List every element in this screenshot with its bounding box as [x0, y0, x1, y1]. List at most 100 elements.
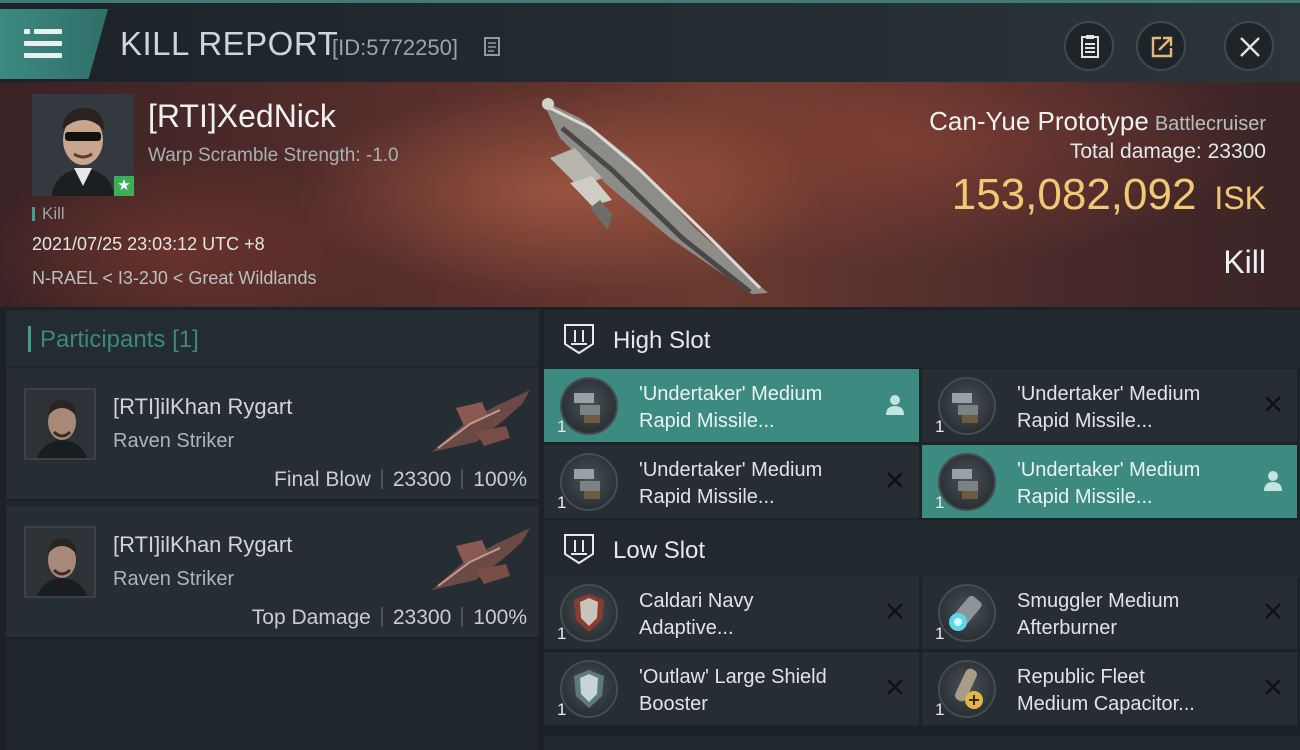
page-title: KILL REPORT	[120, 25, 339, 62]
module-quantity: 1	[935, 700, 945, 719]
participant-avatar[interactable]	[24, 388, 96, 460]
missile-launcher-icon	[560, 377, 618, 435]
participants-label: Participants	[40, 326, 166, 353]
module-quantity: 1	[557, 624, 567, 643]
pilot-portrait-icon	[26, 390, 94, 458]
cross-icon	[887, 679, 903, 695]
participants-count: [1]	[172, 326, 199, 353]
participant-percent: 100%	[473, 606, 527, 629]
module-name: Republic Fleet Medium Capacitor...	[1017, 664, 1252, 718]
cross-icon	[1265, 603, 1281, 619]
module-slot[interactable]: 1 'Undertaker' Medium Rapid Missile...	[544, 445, 919, 518]
module-slot[interactable]: 1 'Undertaker' Medium Rapid Missile...	[922, 369, 1297, 442]
module-name-line: 'Undertaker' Medium	[1017, 383, 1201, 405]
module-name-line: Rapid Missile...	[1017, 410, 1153, 432]
kill-report-screen: KILL REPORT [ID:5772250] ★ [RTI]XedNick …	[0, 0, 1300, 750]
participant-row[interactable]: [RTI]ilKhan Rygart Raven Striker Top Dam…	[6, 506, 539, 639]
next-slot-header-partial	[544, 736, 1300, 750]
module-name-line: Republic Fleet	[1017, 666, 1145, 688]
participant-avatar[interactable]	[24, 526, 96, 598]
afterburner-icon	[938, 584, 996, 642]
menu-icon-line	[34, 29, 62, 34]
result-label: Kill	[1223, 244, 1266, 280]
participant-name[interactable]: [RTI]ilKhan Rygart	[113, 532, 292, 558]
close-button[interactable]	[1224, 21, 1274, 71]
share-button[interactable]	[1136, 21, 1186, 71]
victim-banner: ★ [RTI]XedNick Warp Scramble Strength: -…	[0, 82, 1300, 307]
low-slot-header: Low Slot	[544, 520, 1300, 578]
missile-launcher-icon	[560, 453, 618, 511]
participant-damage: 23300	[392, 468, 452, 491]
header-accent	[28, 326, 31, 352]
module-quantity: 1	[935, 493, 945, 512]
participant-name[interactable]: [RTI]ilKhan Rygart	[113, 394, 292, 420]
cross-icon	[887, 472, 903, 488]
cross-icon	[1265, 396, 1281, 412]
kill-tag-label: Kill	[42, 204, 65, 223]
person-icon	[886, 395, 904, 415]
missile-launcher-icon	[938, 377, 996, 435]
kill-datetime: 2021/07/25 23:03:12 UTC +8	[32, 234, 265, 254]
participant-stats: Final Blow 23300 100%	[274, 468, 527, 492]
victim-ship: Can-Yue Prototype Battlecruiser	[929, 106, 1266, 137]
warp-scramble-text: Warp Scramble Strength: -1.0	[148, 145, 399, 166]
module-name-line: Adaptive...	[639, 617, 734, 639]
module-name: 'Undertaker' Medium Rapid Missile...	[1017, 381, 1252, 435]
report-button[interactable]	[1064, 21, 1114, 71]
participant-row[interactable]: [RTI]ilKhan Rygart Raven Striker Final B…	[6, 368, 539, 501]
module-name-line: 'Undertaker' Medium	[639, 459, 823, 481]
low-slot-icon	[564, 534, 594, 565]
module-name-line: Afterburner	[1017, 617, 1118, 639]
share-icon	[1151, 36, 1173, 58]
high-slot-label: High Slot	[613, 327, 711, 354]
capacitor-icon	[938, 660, 996, 718]
module-name-line: Booster	[639, 693, 708, 715]
kill-id: [ID:5772250]	[332, 35, 458, 60]
victim-avatar[interactable]: ★	[32, 94, 134, 196]
low-slot-label: Low Slot	[613, 537, 706, 564]
module-slot[interactable]: 1 'Outlaw' Large Shield Booster	[544, 652, 919, 725]
cross-icon	[1265, 679, 1281, 695]
pilot-portrait-icon	[26, 528, 94, 596]
participant-role: Final Blow	[274, 468, 371, 491]
close-icon	[1240, 37, 1260, 57]
ship-class: Battlecruiser	[1154, 113, 1266, 135]
participant-damage: 23300	[392, 606, 452, 629]
module-slot[interactable]: 1 'Undertaker' Medium Rapid Missile...	[544, 369, 919, 442]
module-name: 'Undertaker' Medium Rapid Missile...	[639, 457, 874, 511]
module-slot[interactable]: 1 Smuggler Medium Afterburner	[922, 576, 1297, 649]
menu-icon	[24, 29, 30, 34]
isk-unit: ISK	[1214, 180, 1266, 216]
stat-divider	[380, 469, 383, 489]
module-name: 'Undertaker' Medium Rapid Missile...	[1017, 457, 1252, 511]
stat-divider	[380, 607, 383, 627]
ship-thumbnail-icon	[432, 528, 530, 590]
stat-divider	[461, 469, 464, 489]
menu-button[interactable]	[0, 9, 108, 79]
copy-icon[interactable]	[483, 36, 503, 58]
participants-header: Participants [1]	[6, 310, 539, 366]
module-name-line: Caldari Navy	[639, 590, 754, 612]
module-name-line: 'Undertaker' Medium	[639, 383, 823, 405]
total-damage: Total damage: 23300	[1070, 140, 1266, 164]
module-name-line: Rapid Missile...	[639, 486, 775, 508]
participant-stats: Top Damage 23300 100%	[252, 606, 527, 630]
high-slot-header: High Slot	[544, 310, 1300, 368]
module-quantity: 1	[557, 700, 567, 719]
cross-icon	[887, 603, 903, 619]
shield-booster-icon	[560, 660, 618, 718]
module-name: Smuggler Medium Afterburner	[1017, 588, 1252, 642]
module-name-line: 'Outlaw' Large Shield	[639, 666, 827, 688]
module-slot[interactable]: 1 'Undertaker' Medium Rapid Missile...	[922, 445, 1297, 518]
module-slot[interactable]: 1 Republic Fleet Medium Capacitor...	[922, 652, 1297, 725]
module-name: Caldari Navy Adaptive...	[639, 588, 874, 642]
ship-name[interactable]: Can-Yue Prototype	[929, 106, 1149, 136]
participant-ship: Raven Striker	[113, 568, 235, 590]
participant-ship: Raven Striker	[113, 430, 235, 452]
isk-value: 153,082,092 ISK	[952, 170, 1266, 220]
module-name-line: Rapid Missile...	[639, 410, 775, 432]
victim-name[interactable]: [RTI]XedNick	[148, 98, 336, 135]
module-slot[interactable]: 1 Caldari Navy Adaptive...	[544, 576, 919, 649]
module-name-line: Medium Capacitor...	[1017, 693, 1195, 715]
clipboard-icon	[1081, 35, 1099, 58]
